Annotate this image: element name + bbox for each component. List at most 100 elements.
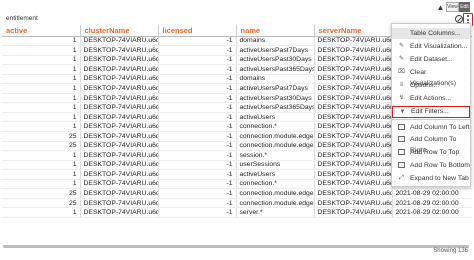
table-cell: 25 xyxy=(2,131,81,142)
table-cell: activeUsersPast7Days xyxy=(236,45,315,56)
table-cell: 1 xyxy=(2,150,81,161)
menu-add-row-bottom[interactable]: Add Row To Bottom xyxy=(392,160,470,171)
menu-item-label: Options... xyxy=(410,82,440,89)
table-cell: activeUsersPast365Days xyxy=(236,102,315,113)
table-cell: DESKTOP-74VIARU.u6d80... xyxy=(80,74,159,85)
table-cell: DESKTOP-74VIARU.u6d80... xyxy=(314,64,393,75)
horizontal-scrollbar[interactable] xyxy=(3,245,469,248)
table-cell: DESKTOP-74VIARU.u6d80... xyxy=(314,160,393,171)
table-cell: DESKTOP-74VIARU.u6d80... xyxy=(314,131,393,142)
menu-table-columns[interactable]: Table Columns... xyxy=(392,28,470,39)
row-bottom-icon xyxy=(398,162,405,168)
table-cell: DESKTOP-74VIARU.u6d80... xyxy=(314,198,393,209)
table-cell: DESKTOP-74VIARU.u6d80... xyxy=(314,150,393,161)
menu-add-row-top[interactable]: Add Row To Top xyxy=(392,147,470,158)
column-header[interactable]: clusterName xyxy=(80,25,159,37)
menu-add-column-left[interactable]: Add Column To Left xyxy=(392,122,470,133)
table-cell: -1 xyxy=(158,93,237,104)
table-cell: DESKTOP-74VIARU.u6d80... xyxy=(80,188,159,199)
table-cell: DESKTOP-74VIARU.u6d80... xyxy=(80,102,159,113)
pencil-icon: ✎ xyxy=(398,43,405,49)
column-header[interactable]: serverName xyxy=(314,25,393,37)
row-top-icon xyxy=(398,149,405,155)
table-cell: DESKTOP-74VIARU.u6d80... xyxy=(80,45,159,56)
table-cell: -1 xyxy=(158,83,237,94)
table-cell: DESKTOP-74VIARU.u6d80... xyxy=(314,188,393,199)
menu-edit-visualization[interactable]: ✎ Edit Visualization... xyxy=(392,41,470,52)
table-cell: -1 xyxy=(158,45,237,56)
table-cell: activeUsersPast365Days xyxy=(236,64,315,75)
table-cell: DESKTOP-74VIARU.u6d80... xyxy=(80,131,159,142)
eraser-icon: ⌧ xyxy=(398,69,405,75)
menu-item-label: Edit Visualization... xyxy=(410,43,468,50)
view-mode-button[interactable]: View xyxy=(446,2,459,12)
table-cell: DESKTOP-74VIARU.u6d80... xyxy=(314,93,393,104)
table-cell: activeUsersPast30Days xyxy=(236,55,315,66)
table-row[interactable]: 1DESKTOP-74VIARU.u6d80...-1server.*DESKT… xyxy=(2,207,472,218)
table-cell: 1 xyxy=(2,83,81,94)
table-cell: activeUsers xyxy=(236,112,315,123)
menu-item-label: Edit Filters... xyxy=(411,108,449,115)
table-cell: connection.module.edge... xyxy=(236,188,315,199)
menu-item-label: Add Row To Bottom xyxy=(410,162,470,169)
table-cell: DESKTOP-74VIARU.u6d80... xyxy=(80,150,159,161)
top-toolbar: ▲ View Edit xyxy=(0,0,474,16)
table-cell: DESKTOP-74VIARU.u6d80... xyxy=(314,102,393,113)
table-cell: 2021-08-29 02:00:00 xyxy=(392,207,472,218)
table-cell: DESKTOP-74VIARU.u6d80... xyxy=(80,112,159,123)
table-cell: connection.module.edge... xyxy=(236,198,315,209)
menu-options[interactable]: ≡ Options... xyxy=(392,80,470,91)
table-cell: DESKTOP-74VIARU.u6d80... xyxy=(80,93,159,104)
menu-edit-actions[interactable]: ↯ Edit Actions... xyxy=(392,93,470,104)
table-cell: DESKTOP-74VIARU.u6d80... xyxy=(314,121,393,132)
table-cell: DESKTOP-74VIARU.u6d80... xyxy=(314,169,393,180)
menu-item-label: Table Columns... xyxy=(410,30,461,37)
table-row[interactable]: 25DESKTOP-74VIARU.u6d80...-1connection.m… xyxy=(2,188,472,199)
table-cell: -1 xyxy=(158,121,237,132)
table-cell: 1 xyxy=(2,121,81,132)
options-icon: ≡ xyxy=(399,82,404,88)
pin-icon[interactable]: ▲ xyxy=(436,3,445,12)
edit-mode-button[interactable]: Edit xyxy=(459,2,470,12)
context-menu: Table Columns... ✎ Edit Visualization... ✎ E… xyxy=(391,23,471,187)
table-cell: 1 xyxy=(2,55,81,66)
column-left-icon xyxy=(398,124,405,130)
table-cell: -1 xyxy=(158,112,237,123)
table-cell: 25 xyxy=(2,141,81,152)
table-cell: DESKTOP-74VIARU.u6d80... xyxy=(314,179,393,190)
expand-icon: ⤢ xyxy=(399,175,404,181)
column-right-icon xyxy=(398,136,405,142)
table-cell: connection.module.edge... xyxy=(236,141,315,152)
table-cell: 1 xyxy=(2,112,81,123)
menu-expand-new-tab[interactable]: ⤢ Expand to New Tab xyxy=(392,173,470,184)
table-cell: connection.module.edge... xyxy=(236,131,315,142)
table-cell: DESKTOP-74VIARU.u6d80... xyxy=(314,74,393,85)
disable-icon[interactable] xyxy=(455,15,463,23)
table-cell: -1 xyxy=(158,74,237,85)
table-cell: domains xyxy=(236,74,315,85)
table-cell: 1 xyxy=(2,179,81,190)
menu-item-label: Add Row To Top xyxy=(410,149,460,156)
column-header[interactable]: active xyxy=(2,25,81,37)
table-cell: -1 xyxy=(158,36,237,47)
table-cell: 1 xyxy=(2,64,81,75)
column-header[interactable]: name xyxy=(236,25,315,37)
table-cell: DESKTOP-74VIARU.u6d80... xyxy=(80,141,159,152)
table-cell: -1 xyxy=(158,198,237,209)
menu-edit-dataset[interactable]: ✎ Edit Dataset... xyxy=(392,54,470,65)
column-header[interactable]: licensed xyxy=(158,25,237,37)
table-cell: 1 xyxy=(2,93,81,104)
table-cell: DESKTOP-74VIARU.u6d80... xyxy=(80,55,159,66)
menu-edit-filters[interactable]: ▼ Edit Filters... xyxy=(392,106,470,118)
menu-clear-visualizations[interactable]: ⌧ Clear Visualization(s) xyxy=(392,67,470,87)
table-cell: -1 xyxy=(158,207,237,218)
table-cell: domains xyxy=(236,36,315,47)
table-cell: -1 xyxy=(158,169,237,180)
table-row[interactable]: 25DESKTOP-74VIARU.u6d80...-1connection.m… xyxy=(2,198,472,209)
table-cell: 2021-08-29 02:00:00 xyxy=(392,188,472,199)
pencil-icon: ✎ xyxy=(398,56,405,62)
table-cell: DESKTOP-74VIARU.u6d80... xyxy=(314,207,393,218)
menu-add-column-right[interactable]: Add Column To Right xyxy=(392,134,470,154)
table-cell: -1 xyxy=(158,131,237,142)
table-cell: 2021-08-29 02:00:00 xyxy=(392,198,472,209)
